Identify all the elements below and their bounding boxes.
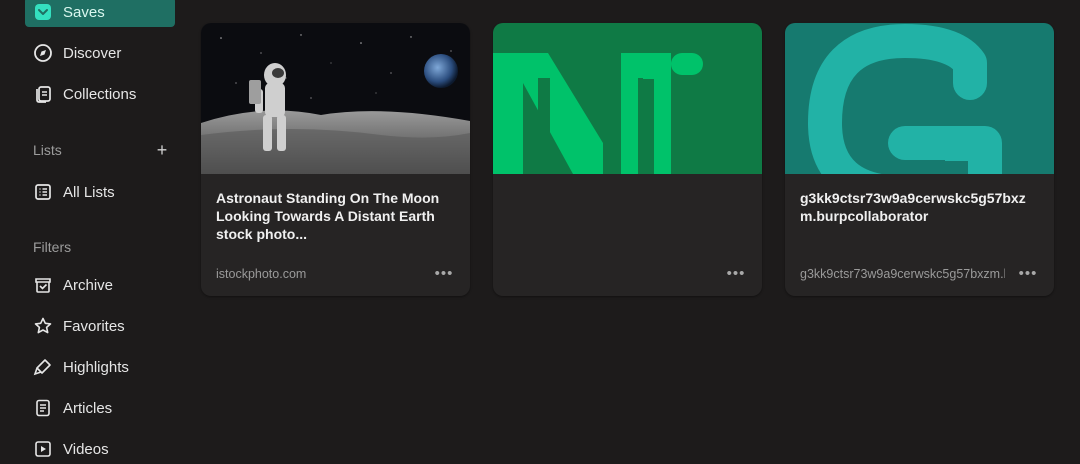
card-title[interactable]: Astronaut Standing On The Moon Looking T… — [216, 189, 456, 243]
sidebar-item-discover[interactable]: Discover — [25, 38, 175, 68]
saved-item-card[interactable]: g3kk9ctsr73w9a9cerwskc5g57bxzm.burpcolla… — [785, 23, 1054, 296]
more-options-button[interactable]: ••• — [725, 264, 747, 282]
sidebar-item-label: Articles — [63, 399, 113, 417]
sidebar-item-label: Highlights — [63, 358, 129, 376]
archive-icon — [33, 275, 53, 295]
more-options-button[interactable]: ••• — [433, 264, 455, 282]
card-domain: g3kk9ctsr73w9a9cerwskc5g57bxzm.burpcolla… — [800, 267, 1005, 281]
saved-item-card[interactable]: Astronaut Standing On The Moon Looking T… — [201, 23, 470, 296]
more-options-button[interactable]: ••• — [1017, 264, 1039, 282]
sidebar-item-label: Videos — [63, 440, 109, 458]
sidebar-item-label: All Lists — [63, 183, 115, 201]
more-icon: ••• — [434, 264, 454, 282]
sidebar-item-collections[interactable]: Collections — [25, 79, 175, 109]
video-icon — [33, 439, 53, 459]
sidebar-item-videos[interactable]: Videos — [25, 434, 175, 464]
plus-icon: + — [156, 139, 168, 160]
more-icon: ••• — [1018, 264, 1038, 282]
sidebar-item-archive[interactable]: Archive — [25, 270, 175, 300]
star-icon — [33, 316, 53, 336]
sidebar: Saves Discover Collections Lists + All L… — [0, 0, 190, 459]
sidebar-item-label: Collections — [63, 85, 137, 103]
sidebar-item-highlights[interactable]: Highlights — [25, 352, 175, 382]
filters-heading: Filters — [33, 239, 72, 255]
sidebar-item-all-lists[interactable]: All Lists — [25, 177, 175, 207]
sidebar-item-label: Archive — [63, 276, 114, 294]
card-title[interactable]: g3kk9ctsr73w9a9cerwskc5g57bxzm.burpcolla… — [800, 189, 1040, 225]
letter-g-logo[interactable] — [785, 23, 1054, 210]
article-icon — [33, 398, 53, 418]
more-icon: ••• — [726, 264, 746, 282]
sidebar-item-articles[interactable]: Articles — [25, 393, 175, 423]
highlighter-icon — [33, 357, 53, 377]
list-icon — [33, 182, 53, 202]
sidebar-item-saves[interactable]: Saves — [25, 0, 175, 27]
add-list-button[interactable]: + — [153, 139, 171, 160]
sidebar-item-label: Saves — [63, 3, 105, 21]
collections-icon — [33, 84, 53, 104]
astronaut-on-moon-image[interactable] — [201, 23, 470, 174]
sidebar-item-label: Favorites — [63, 317, 125, 335]
sidebar-item-favorites[interactable]: Favorites — [25, 311, 175, 341]
letter-n-logo[interactable] — [493, 23, 762, 174]
card-domain: istockphoto.com — [216, 267, 307, 281]
compass-icon — [33, 43, 53, 63]
pocket-icon — [33, 2, 53, 22]
sidebar-item-label: Discover — [63, 44, 122, 62]
saved-item-card[interactable]: ••• — [493, 23, 762, 296]
lists-heading: Lists — [33, 142, 62, 158]
